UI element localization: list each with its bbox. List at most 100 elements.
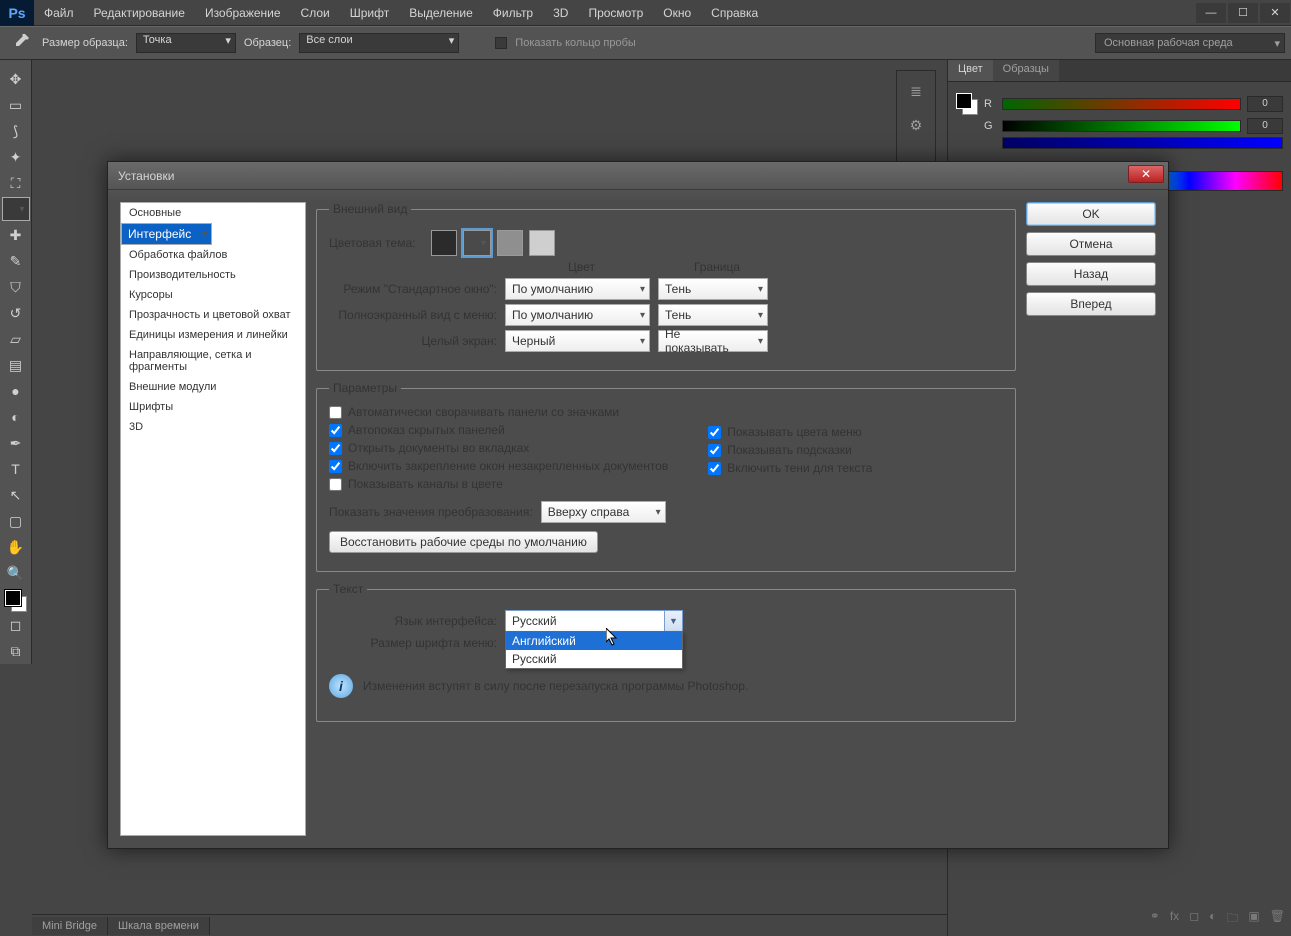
- close-button[interactable]: ✕: [1260, 3, 1290, 23]
- menu-filter[interactable]: Фильтр: [483, 6, 543, 20]
- brush-tool[interactable]: ✎: [4, 249, 28, 273]
- cat-filehandling[interactable]: Обработка файлов: [121, 245, 305, 265]
- pen-tool[interactable]: ✒: [4, 431, 28, 455]
- theme-2[interactable]: [463, 230, 491, 256]
- hand-tool[interactable]: ✋: [4, 535, 28, 559]
- chk-autocollapse[interactable]: Автоматически сворачивать панели со знач…: [329, 405, 668, 419]
- std-color-select[interactable]: По умолчанию: [505, 278, 650, 300]
- new-icon[interactable]: ▣: [1248, 909, 1259, 930]
- color-swatch-panel[interactable]: [956, 93, 978, 115]
- trash-icon[interactable]: 🗑: [1270, 909, 1285, 930]
- cat-units[interactable]: Единицы измерения и линейки: [121, 325, 305, 345]
- ok-button[interactable]: OK: [1026, 202, 1156, 226]
- menu-select[interactable]: Выделение: [399, 6, 483, 20]
- menu-help[interactable]: Справка: [701, 6, 768, 20]
- theme-3[interactable]: [497, 230, 523, 256]
- eyedropper-icon[interactable]: [10, 31, 34, 55]
- crop-tool[interactable]: ⛶: [4, 171, 28, 195]
- zoom-tool[interactable]: 🔍: [4, 561, 28, 585]
- eraser-tool[interactable]: ▱: [4, 327, 28, 351]
- chk-menucolors[interactable]: Показывать цвета меню: [708, 425, 872, 439]
- r-value[interactable]: 0: [1247, 96, 1283, 112]
- quickmask-tool[interactable]: ◻: [4, 613, 28, 637]
- maximize-button[interactable]: ☐: [1228, 3, 1258, 23]
- restore-workspaces-button[interactable]: Восстановить рабочие среды по умолчанию: [329, 531, 598, 553]
- path-tool[interactable]: ↖: [4, 483, 28, 507]
- menu-type[interactable]: Шрифт: [340, 6, 399, 20]
- color-swatch[interactable]: [5, 590, 27, 612]
- sample-select[interactable]: Все слои: [299, 33, 459, 53]
- r-slider[interactable]: [1002, 98, 1241, 110]
- heal-tool[interactable]: ✚: [4, 223, 28, 247]
- language-select[interactable]: Русский ▼ Английский Русский: [505, 610, 683, 632]
- menu-layers[interactable]: Слои: [291, 6, 340, 20]
- std-border-select[interactable]: Тень: [658, 278, 768, 300]
- shape-tool[interactable]: ▢: [4, 509, 28, 533]
- marquee-tool[interactable]: ▭: [4, 93, 28, 117]
- folder-icon[interactable]: 🗀: [1226, 909, 1238, 930]
- workspace-select[interactable]: Основная рабочая среда: [1095, 33, 1285, 53]
- history-brush-tool[interactable]: ↺: [4, 301, 28, 325]
- dialog-titlebar[interactable]: Установки ✕: [108, 162, 1168, 190]
- move-tool[interactable]: ✥: [4, 67, 28, 91]
- chk-autoshow[interactable]: Автопоказ скрытых панелей: [329, 423, 668, 437]
- gradient-tool[interactable]: ▤: [4, 353, 28, 377]
- chk-docking[interactable]: Включить закрепление окон незакрепленных…: [329, 459, 668, 473]
- menu-file[interactable]: Файл: [34, 6, 84, 20]
- fullmenu-color-select[interactable]: По умолчанию: [505, 304, 650, 326]
- fullmenu-border-select[interactable]: Тень: [658, 304, 768, 326]
- cat-plugins[interactable]: Внешние модули: [121, 377, 305, 397]
- link-icon[interactable]: ⚭: [1150, 909, 1160, 930]
- mask-icon[interactable]: ◻: [1189, 909, 1199, 930]
- history-panel-icon[interactable]: ≣: [906, 81, 926, 101]
- cat-cursors[interactable]: Курсоры: [121, 285, 305, 305]
- wand-tool[interactable]: ✦: [4, 145, 28, 169]
- screenmode-tool[interactable]: ⧉: [4, 639, 28, 663]
- cat-guides[interactable]: Направляющие, сетка и фрагменты: [121, 345, 305, 377]
- chk-channels[interactable]: Показывать каналы в цвете: [329, 477, 668, 491]
- full-color-select[interactable]: Черный: [505, 330, 650, 352]
- tab-mini-bridge[interactable]: Mini Bridge: [32, 917, 108, 935]
- lasso-tool[interactable]: ⟆: [4, 119, 28, 143]
- next-button[interactable]: Вперед: [1026, 292, 1156, 316]
- g-value[interactable]: 0: [1247, 118, 1283, 134]
- minimize-button[interactable]: —: [1196, 3, 1226, 23]
- dropdown-arrow-icon[interactable]: ▼: [664, 611, 682, 631]
- dialog-close-button[interactable]: ✕: [1128, 165, 1164, 183]
- blur-tool[interactable]: ●: [4, 379, 28, 403]
- sample-size-select[interactable]: Точка: [136, 33, 236, 53]
- theme-1[interactable]: [431, 230, 457, 256]
- b-slider[interactable]: [1002, 137, 1283, 149]
- cat-transparency[interactable]: Прозрачность и цветовой охват: [121, 305, 305, 325]
- menu-3d[interactable]: 3D: [543, 6, 578, 20]
- adjust-icon[interactable]: ◐: [1209, 909, 1216, 930]
- prev-button[interactable]: Назад: [1026, 262, 1156, 286]
- stamp-tool[interactable]: ⛉: [4, 275, 28, 299]
- chk-tabs[interactable]: Открыть документы во вкладках: [329, 441, 668, 455]
- type-tool[interactable]: T: [4, 457, 28, 481]
- chk-textshadow[interactable]: Включить тени для текста: [708, 461, 872, 475]
- tab-swatches[interactable]: Образцы: [993, 60, 1059, 81]
- chk-tooltips[interactable]: Показывать подсказки: [708, 443, 872, 457]
- cat-type[interactable]: Шрифты: [121, 397, 305, 417]
- cat-interface[interactable]: Интерфейс: [121, 223, 212, 245]
- tab-timeline[interactable]: Шкала времени: [108, 917, 210, 935]
- full-border-select[interactable]: Не показывать: [658, 330, 768, 352]
- tab-color[interactable]: Цвет: [948, 60, 993, 81]
- cancel-button[interactable]: Отмена: [1026, 232, 1156, 256]
- dodge-tool[interactable]: ◐: [4, 405, 28, 429]
- menu-image[interactable]: Изображение: [195, 6, 291, 20]
- eyedropper-tool[interactable]: [2, 197, 30, 221]
- theme-4[interactable]: [529, 230, 555, 256]
- cat-general[interactable]: Основные: [121, 203, 305, 223]
- cat-performance[interactable]: Производительность: [121, 265, 305, 285]
- fx-icon[interactable]: fx: [1170, 909, 1179, 930]
- lang-option-russian[interactable]: Русский: [506, 650, 682, 668]
- transform-select[interactable]: Вверху справа: [541, 501, 666, 523]
- cat-3d[interactable]: 3D: [121, 417, 305, 437]
- menu-edit[interactable]: Редактирование: [84, 6, 195, 20]
- properties-panel-icon[interactable]: ⚙: [906, 115, 926, 135]
- g-slider[interactable]: [1002, 120, 1241, 132]
- menu-window[interactable]: Окно: [653, 6, 701, 20]
- ring-checkbox[interactable]: [495, 37, 507, 49]
